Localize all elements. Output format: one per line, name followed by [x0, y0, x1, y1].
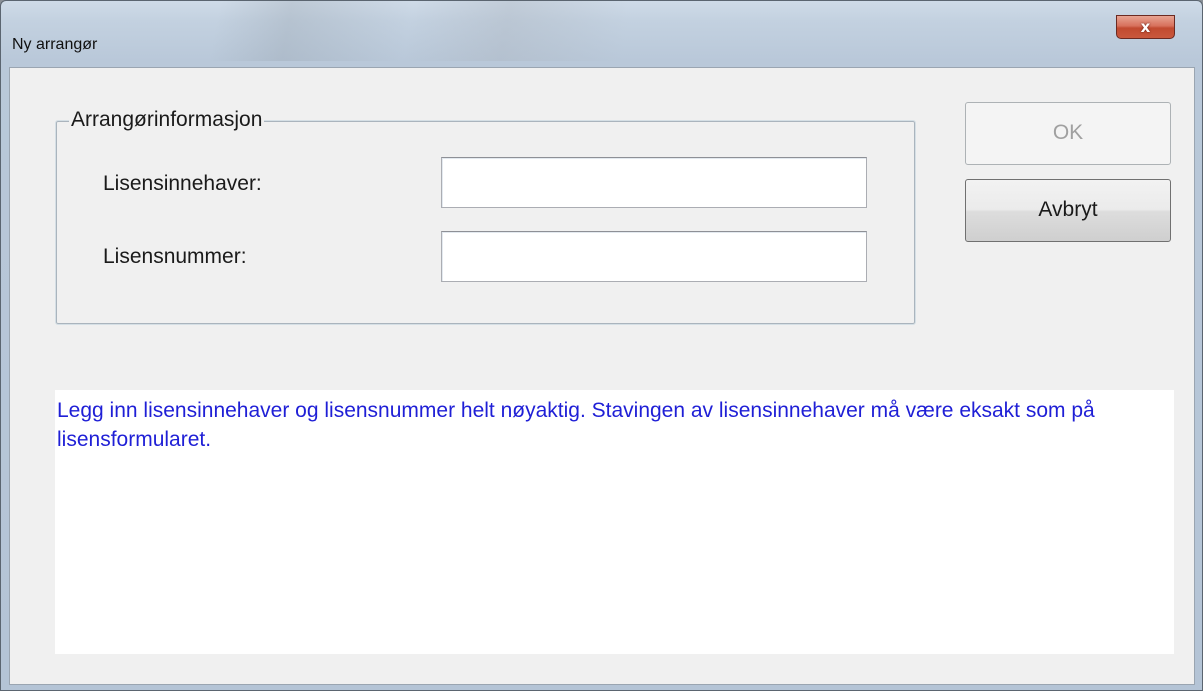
license-number-input[interactable]: [441, 231, 867, 282]
license-holder-input[interactable]: [441, 157, 867, 208]
license-holder-label: Lisensinnehaver:: [103, 172, 262, 195]
dialog-client-area: Arrangørinformasjon Lisensinnehaver: Lis…: [9, 67, 1195, 685]
info-text: Legg inn lisensinnehaver og lisensnummer…: [55, 390, 1174, 654]
dialog-window: Ny arrangør x Arrangørinformasjon Lisens…: [0, 0, 1203, 691]
groupbox-legend: Arrangørinformasjon: [69, 108, 265, 132]
close-icon: x: [1140, 18, 1151, 36]
license-info-groupbox: [55, 120, 916, 325]
ok-button[interactable]: OK: [965, 102, 1171, 165]
window-title: Ny arrangør: [12, 36, 98, 53]
cancel-button[interactable]: Avbryt: [965, 179, 1171, 242]
close-button[interactable]: x: [1116, 15, 1175, 39]
title-bar[interactable]: [1, 1, 1202, 61]
license-number-label: Lisensnummer:: [103, 245, 247, 268]
